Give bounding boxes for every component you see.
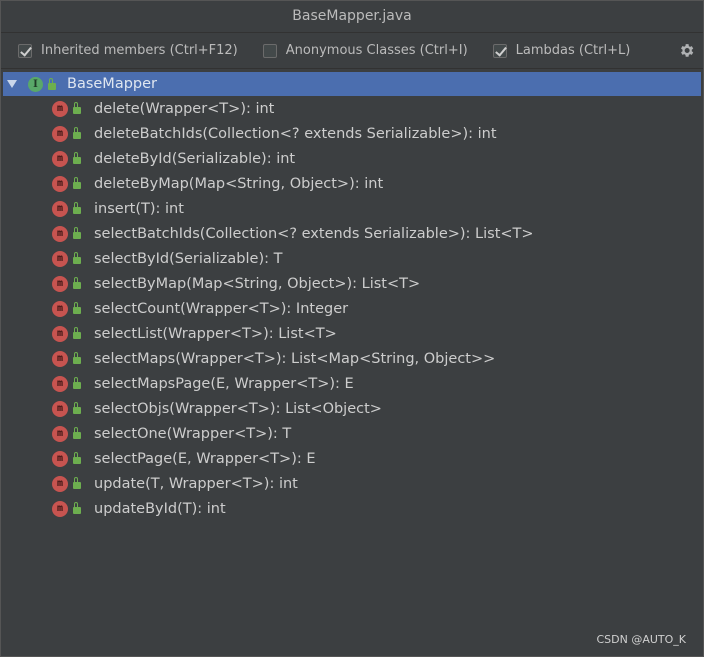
method-signature: selectList(Wrapper<T>): List<T> — [94, 325, 337, 342]
public-lock-icon — [73, 102, 81, 114]
public-lock-icon — [73, 302, 81, 314]
method-signature: update(T, Wrapper<T>): int — [94, 475, 298, 492]
tree-item-method[interactable]: m selectByMap(Map<String, Object>): List<… — [1, 271, 703, 296]
tree-item-method[interactable]: m selectPage(E, Wrapper<T>): E — [1, 446, 703, 471]
method-signature: deleteBatchIds(Collection<? extends Seri… — [94, 125, 497, 142]
lambdas-option[interactable]: Lambdas (Ctrl+L) — [492, 43, 631, 58]
tree-item-method[interactable]: m deleteByMap(Map<String, Object>): int — [1, 171, 703, 196]
watermark: CSDN @AUTO_K — [596, 633, 686, 646]
lambdas-checkbox[interactable] — [492, 43, 507, 58]
public-lock-icon — [73, 502, 81, 514]
public-lock-icon — [73, 352, 81, 364]
public-lock-icon — [73, 152, 81, 164]
filter-toolbar: Inherited members (Ctrl+F12) Anonymous C… — [1, 33, 703, 69]
public-lock-icon — [73, 477, 81, 489]
gear-icon[interactable] — [678, 42, 695, 59]
tree-item-method[interactable]: m delete(Wrapper<T>): int — [1, 96, 703, 121]
expand-arrow-icon[interactable] — [7, 80, 17, 88]
anonymous-classes-checkbox[interactable] — [262, 43, 277, 58]
anonymous-classes-label: Anonymous Classes (Ctrl+I) — [285, 43, 468, 58]
method-signature: selectBatchIds(Collection<? extends Seri… — [94, 225, 534, 242]
tree-item-method[interactable]: m selectCount(Wrapper<T>): Integer — [1, 296, 703, 321]
method-signature: selectMaps(Wrapper<T>): List<Map<String,… — [94, 350, 496, 367]
inherited-members-option[interactable]: Inherited members (Ctrl+F12) — [18, 43, 238, 58]
public-lock-icon — [73, 277, 81, 289]
public-lock-icon — [73, 127, 81, 139]
method-icon: m — [52, 175, 68, 192]
public-lock-icon — [73, 202, 81, 214]
method-icon: m — [52, 250, 68, 267]
tree-item-method[interactable]: m updateById(T): int — [1, 496, 703, 521]
method-list: m delete(Wrapper<T>): int m deleteBatchIds(… — [1, 96, 703, 521]
structure-popup: BaseMapper.java Inherited members (Ctrl+… — [0, 0, 704, 657]
method-signature: deleteById(Serializable): int — [94, 150, 296, 167]
method-icon: m — [52, 150, 68, 167]
public-lock-icon — [73, 402, 81, 414]
method-icon: m — [52, 400, 68, 417]
public-lock-icon — [48, 77, 56, 90]
public-lock-icon — [73, 252, 81, 264]
tree-item-method[interactable]: m deleteById(Serializable): int — [1, 146, 703, 171]
method-signature: selectPage(E, Wrapper<T>): E — [94, 450, 316, 467]
inherited-members-label: Inherited members (Ctrl+F12) — [41, 43, 238, 58]
lambdas-label: Lambdas (Ctrl+L) — [515, 43, 631, 58]
tree-item-method[interactable]: m selectList(Wrapper<T>): List<T> — [1, 321, 703, 346]
root-label: BaseMapper — [67, 76, 157, 92]
anonymous-classes-option[interactable]: Anonymous Classes (Ctrl+I) — [262, 43, 468, 58]
method-icon: m — [52, 300, 68, 317]
method-signature: selectMapsPage(E, Wrapper<T>): E — [94, 375, 354, 392]
public-lock-icon — [73, 452, 81, 464]
tree-item-method[interactable]: m selectById(Serializable): T — [1, 246, 703, 271]
tree-item-method[interactable]: m deleteBatchIds(Collection<? extends Ser… — [1, 121, 703, 146]
method-signature: insert(T): int — [94, 200, 184, 217]
method-icon: m — [52, 350, 68, 367]
method-icon: m — [52, 275, 68, 292]
method-signature: selectById(Serializable): T — [94, 250, 283, 267]
tree-item-method[interactable]: m selectMapsPage(E, Wrapper<T>): E — [1, 371, 703, 396]
method-icon: m — [52, 450, 68, 467]
tree-root-basemapper[interactable]: I BaseMapper — [3, 72, 701, 96]
method-signature: selectByMap(Map<String, Object>): List<T… — [94, 275, 421, 292]
method-signature: updateById(T): int — [94, 500, 226, 517]
method-signature: selectOne(Wrapper<T>): T — [94, 425, 292, 442]
tree-item-method[interactable]: m selectBatchIds(Collection<? extends Ser… — [1, 221, 703, 246]
method-icon: m — [52, 475, 68, 492]
method-signature: deleteByMap(Map<String, Object>): int — [94, 175, 384, 192]
public-lock-icon — [73, 427, 81, 439]
method-icon: m — [52, 425, 68, 442]
public-lock-icon — [73, 327, 81, 339]
method-icon: m — [52, 375, 68, 392]
method-icon: m — [52, 200, 68, 217]
method-icon: m — [52, 125, 68, 142]
tree-item-method[interactable]: m selectMaps(Wrapper<T>): List<Map<String… — [1, 346, 703, 371]
method-icon: m — [52, 500, 68, 517]
method-signature: delete(Wrapper<T>): int — [94, 100, 275, 117]
public-lock-icon — [73, 377, 81, 389]
inherited-members-checkbox[interactable] — [18, 43, 32, 58]
method-icon: m — [52, 325, 68, 342]
tree-item-method[interactable]: m update(T, Wrapper<T>): int — [1, 471, 703, 496]
public-lock-icon — [73, 227, 81, 239]
method-icon: m — [52, 100, 68, 117]
popup-title: BaseMapper.java — [1, 1, 703, 33]
public-lock-icon — [73, 177, 81, 189]
method-icon: m — [52, 225, 68, 242]
interface-icon: I — [28, 76, 43, 92]
tree-item-method[interactable]: m selectOne(Wrapper<T>): T — [1, 421, 703, 446]
method-signature: selectCount(Wrapper<T>): Integer — [94, 300, 349, 317]
tree-item-method[interactable]: m insert(T): int — [1, 196, 703, 221]
tree-item-method[interactable]: m selectObjs(Wrapper<T>): List<Object> — [1, 396, 703, 421]
structure-tree: I BaseMapper m delete(Wrapper<T>): int m de… — [1, 69, 703, 521]
method-signature: selectObjs(Wrapper<T>): List<Object> — [94, 400, 382, 417]
